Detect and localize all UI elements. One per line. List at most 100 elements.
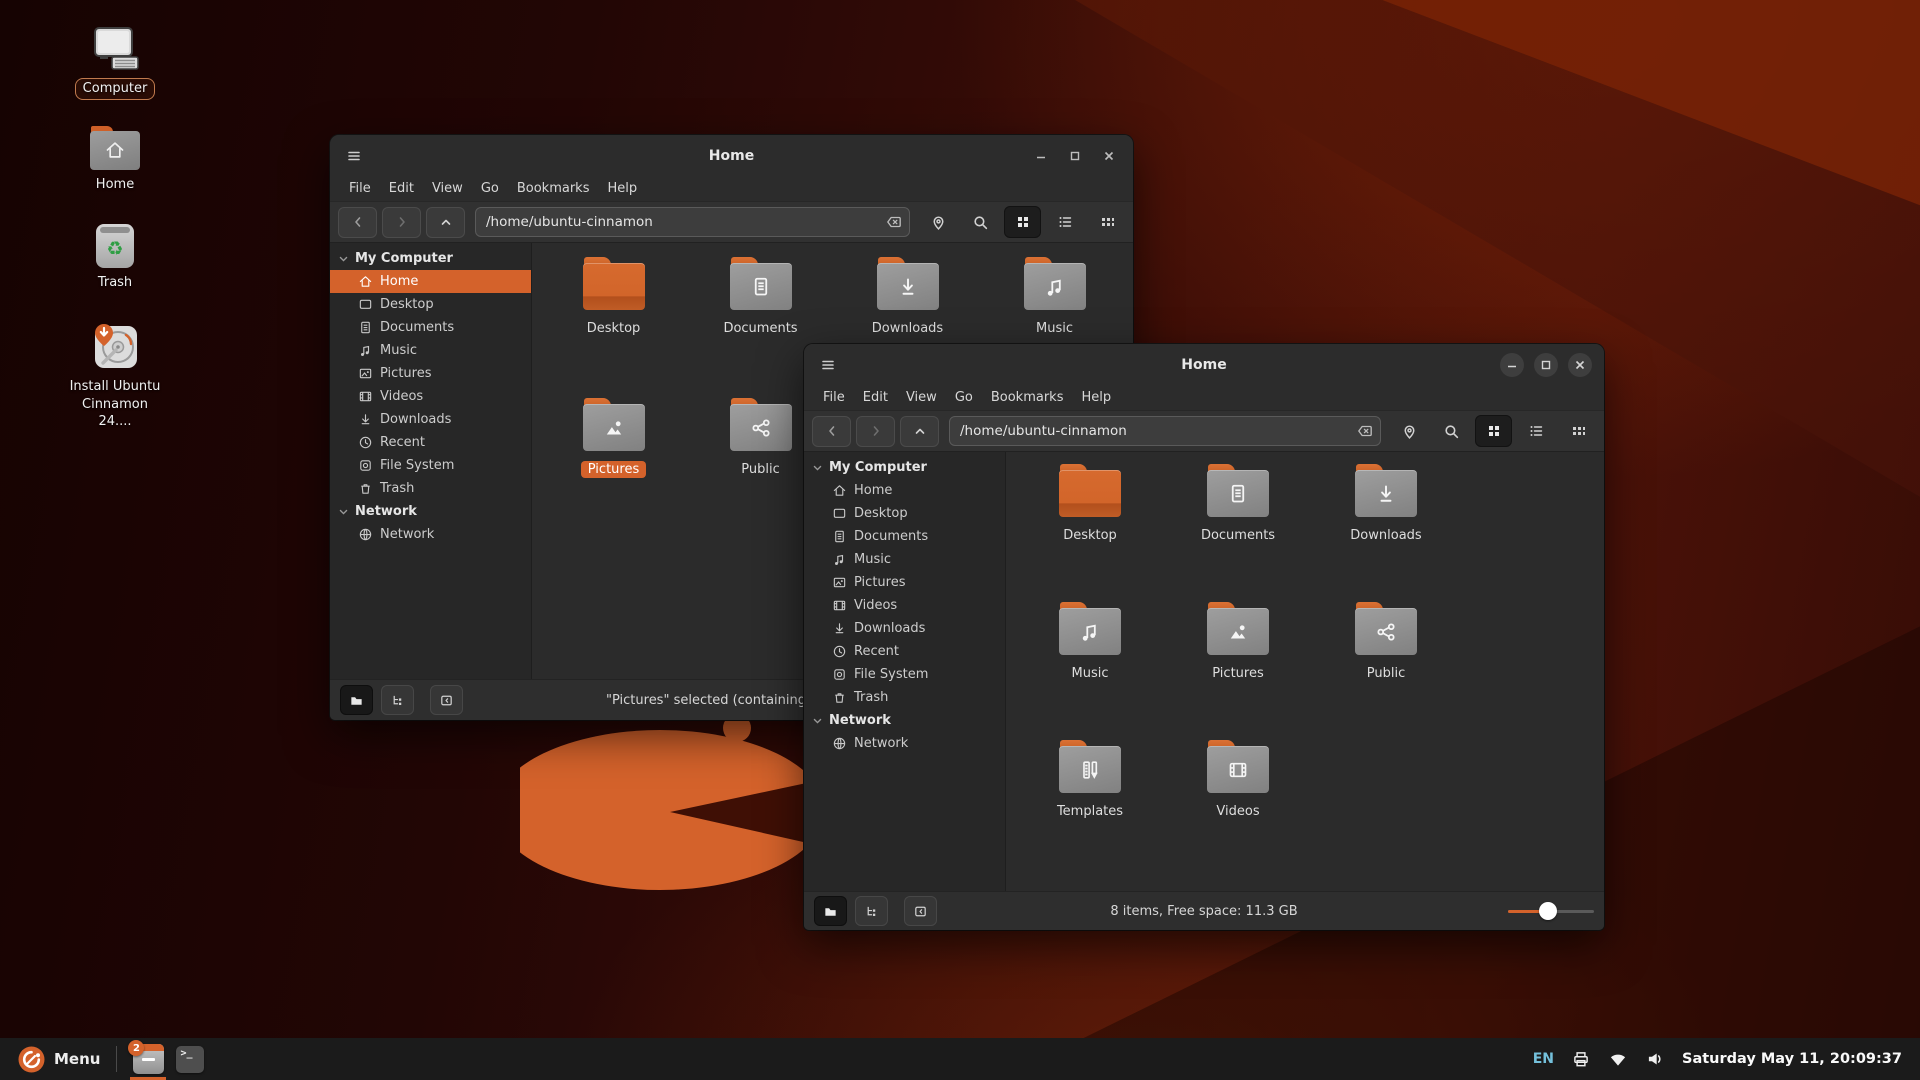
sidebar-item-filesystem[interactable]: File System xyxy=(804,663,1005,686)
taskbar-app-terminal[interactable]: >_ xyxy=(169,1038,211,1080)
sidebar-item-filesystem[interactable]: File System xyxy=(330,454,531,477)
keyboard-layout-indicator[interactable]: EN xyxy=(1533,1051,1554,1067)
sidebar-item-recent[interactable]: Recent xyxy=(330,431,531,454)
clear-location-icon[interactable] xyxy=(885,213,903,231)
trash-icon xyxy=(832,690,847,705)
menu-hamburger-icon[interactable] xyxy=(820,357,836,373)
menu-help[interactable]: Help xyxy=(1072,388,1120,407)
volume-icon[interactable] xyxy=(1645,1049,1665,1069)
sidebar-item-recent[interactable]: Recent xyxy=(804,640,1005,663)
back-button[interactable] xyxy=(338,207,377,238)
sidebar-item-network[interactable]: Network xyxy=(330,523,531,546)
sidebar-section-network[interactable]: Network xyxy=(804,709,1005,732)
menu-file[interactable]: File xyxy=(340,179,380,198)
file-item-desktop[interactable]: Desktop xyxy=(540,257,687,398)
sidebar-section-my-computer[interactable]: My Computer xyxy=(330,247,531,270)
search-button[interactable] xyxy=(962,206,999,238)
sidebar-item-downloads[interactable]: Downloads xyxy=(330,408,531,431)
sidebar-item-documents[interactable]: Documents xyxy=(330,316,531,339)
compact-view-button[interactable] xyxy=(1559,415,1596,447)
menu-view[interactable]: View xyxy=(897,388,946,407)
file-item-pictures[interactable]: Pictures xyxy=(540,398,687,539)
sidebar-item-documents[interactable]: Documents xyxy=(804,525,1005,548)
titlebar[interactable]: Home xyxy=(330,135,1133,176)
menu-edit[interactable]: Edit xyxy=(854,388,897,407)
sidebar-item-videos[interactable]: Videos xyxy=(804,594,1005,617)
sidebar-item-network[interactable]: Network xyxy=(804,732,1005,755)
minimize-button[interactable] xyxy=(1029,144,1053,168)
clock[interactable]: Saturday May 11, 20:09:37 xyxy=(1682,1051,1902,1067)
menu-button[interactable]: Menu xyxy=(12,1046,106,1073)
sidebar-item-home[interactable]: Home xyxy=(804,479,1005,502)
sidebar-section-network[interactable]: Network xyxy=(330,500,531,523)
menu-bookmarks[interactable]: Bookmarks xyxy=(982,388,1073,407)
desktop-icon-trash[interactable]: ♻ Trash xyxy=(60,224,170,294)
file-item-music[interactable]: Music xyxy=(1016,602,1164,740)
menu-go[interactable]: Go xyxy=(472,179,508,198)
file-manager-window-front[interactable]: Home File Edit View Go Bookmarks Help My… xyxy=(804,344,1604,930)
taskbar-app-file-manager[interactable]: 2 xyxy=(127,1038,169,1080)
list-view-button[interactable] xyxy=(1517,415,1554,447)
maximize-button[interactable] xyxy=(1063,144,1087,168)
minimize-button[interactable] xyxy=(1500,353,1524,377)
sidebar-item-trash[interactable]: Trash xyxy=(804,686,1005,709)
up-button[interactable] xyxy=(900,416,939,447)
sidebar-item-music[interactable]: Music xyxy=(804,548,1005,571)
home-folder-icon xyxy=(90,126,140,170)
menu-view[interactable]: View xyxy=(423,179,472,198)
status-text: 8 items, Free space: 11.3 GB xyxy=(804,904,1604,919)
file-item-public[interactable]: Public xyxy=(1312,602,1460,740)
sidebar-item-desktop[interactable]: Desktop xyxy=(330,293,531,316)
desktop-icon-computer[interactable]: Computer xyxy=(60,26,170,100)
zoom-slider-knob[interactable] xyxy=(1539,902,1557,920)
sidebar-item-home[interactable]: Home xyxy=(330,270,531,293)
file-view[interactable]: Desktop Documents Downloads Music xyxy=(1006,452,1604,891)
grid-view-button[interactable] xyxy=(1004,206,1041,238)
up-button[interactable] xyxy=(426,207,465,238)
menu-edit[interactable]: Edit xyxy=(380,179,423,198)
forward-button[interactable] xyxy=(382,207,421,238)
forward-button[interactable] xyxy=(856,416,895,447)
location-pin-button[interactable] xyxy=(920,206,957,238)
file-item-documents[interactable]: Documents xyxy=(1164,464,1312,602)
list-view-button[interactable] xyxy=(1046,206,1083,238)
sidebar-item-music[interactable]: Music xyxy=(330,339,531,362)
menu-help[interactable]: Help xyxy=(598,179,646,198)
close-button[interactable] xyxy=(1097,144,1121,168)
printer-icon[interactable] xyxy=(1571,1049,1591,1069)
menu-go[interactable]: Go xyxy=(946,388,982,407)
menu-hamburger-icon[interactable] xyxy=(346,148,362,164)
zoom-slider[interactable] xyxy=(1508,902,1594,920)
location-input[interactable] xyxy=(475,207,910,237)
sidebar-item-videos[interactable]: Videos xyxy=(330,385,531,408)
file-item-downloads[interactable]: Downloads xyxy=(1312,464,1460,602)
location-input[interactable] xyxy=(949,416,1381,446)
network-wifi-icon[interactable] xyxy=(1608,1049,1628,1069)
back-button[interactable] xyxy=(812,416,851,447)
chevron-down-icon xyxy=(812,462,823,473)
sidebar-section-my-computer[interactable]: My Computer xyxy=(804,456,1005,479)
close-button[interactable] xyxy=(1568,353,1592,377)
menu-bookmarks[interactable]: Bookmarks xyxy=(508,179,599,198)
location-pin-button[interactable] xyxy=(1391,415,1428,447)
titlebar[interactable]: Home xyxy=(804,344,1604,385)
file-item-desktop[interactable]: Desktop xyxy=(1016,464,1164,602)
desktop-icon-installer[interactable]: Install Ubuntu Cinnamon 24.... xyxy=(60,322,170,433)
sidebar-item-downloads[interactable]: Downloads xyxy=(804,617,1005,640)
file-item-videos[interactable]: Videos xyxy=(1164,740,1312,878)
download-icon xyxy=(358,412,373,427)
menu-file[interactable]: File xyxy=(814,388,854,407)
desktop-icon-home[interactable]: Home xyxy=(60,126,170,196)
compact-view-button[interactable] xyxy=(1088,206,1125,238)
sidebar-item-pictures[interactable]: Pictures xyxy=(804,571,1005,594)
maximize-button[interactable] xyxy=(1534,353,1558,377)
grid-view-button[interactable] xyxy=(1475,415,1512,447)
file-item-pictures[interactable]: Pictures xyxy=(1164,602,1312,740)
sidebar-item-desktop[interactable]: Desktop xyxy=(804,502,1005,525)
file-item-templates[interactable]: Templates xyxy=(1016,740,1164,878)
sidebar-item-trash[interactable]: Trash xyxy=(330,477,531,500)
clear-location-icon[interactable] xyxy=(1356,422,1374,440)
search-button[interactable] xyxy=(1433,415,1470,447)
sidebar-item-pictures[interactable]: Pictures xyxy=(330,362,531,385)
status-bar: 8 items, Free space: 11.3 GB xyxy=(804,891,1604,930)
